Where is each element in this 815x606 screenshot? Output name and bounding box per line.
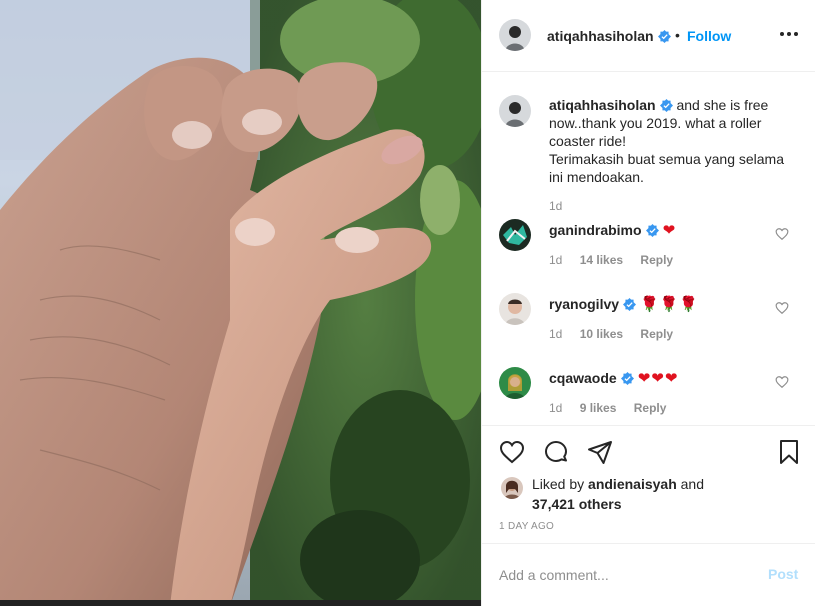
comment-emoji: 🌹🌹🌹: [640, 295, 700, 313]
caption-username[interactable]: atiqahhasiholan: [549, 97, 656, 113]
comment-meta: 1d 9 likes Reply: [549, 401, 680, 415]
comment-time: 1d: [549, 327, 563, 341]
comment-username[interactable]: ryanogilvy: [549, 296, 619, 312]
add-comment-input[interactable]: [499, 564, 739, 586]
verified-badge-icon: [620, 372, 634, 385]
comment-text: cqawaode ❤❤❤: [549, 369, 678, 387]
reply-button[interactable]: Reply: [634, 401, 667, 415]
caption-line-2: Terimakasih buat semua yang selama ini m…: [549, 151, 785, 185]
verified-badge-icon: [657, 30, 671, 43]
add-comment-bar: Post: [482, 543, 815, 606]
comment-text: ryanogilvy 🌹🌹🌹: [549, 295, 699, 313]
comment-text: ganindrabimo ❤: [549, 221, 676, 239]
comment-emoji: ❤: [662, 221, 677, 239]
more-options-icon[interactable]: [778, 24, 800, 44]
liked-by-connector: and: [680, 476, 704, 492]
liked-by-user[interactable]: andienaisyah: [588, 476, 677, 492]
author-username[interactable]: atiqahhasiholan: [547, 28, 671, 44]
post-comment-button[interactable]: Post: [768, 566, 798, 582]
post-date[interactable]: 1 DAY AGO: [499, 521, 554, 532]
comments-list[interactable]: atiqahhasiholan and she is free now..tha…: [482, 73, 815, 425]
post-action-bar: [482, 425, 815, 475]
post-header: atiqahhasiholan • Follow: [482, 0, 815, 72]
comment-item: cqawaode ❤❤❤ 1d 9 likes Reply: [482, 367, 815, 425]
share-paper-plane-icon[interactable]: [587, 439, 613, 465]
follow-button[interactable]: Follow: [687, 28, 731, 44]
comment-item: ganindrabimo ❤ 1d 14 likes Reply: [482, 219, 815, 293]
verified-badge-icon: [623, 298, 637, 311]
comment-meta: 1d 14 likes Reply: [549, 253, 687, 267]
caption-text: atiqahhasiholan and she is free now..tha…: [549, 96, 799, 186]
post-side-panel: atiqahhasiholan • Follow atiqahhasiholan…: [481, 0, 815, 606]
separator-dot: •: [675, 27, 680, 43]
like-comment-heart-icon[interactable]: [775, 375, 789, 389]
likes-count[interactable]: 37,421 others: [532, 496, 622, 512]
comment-bubble-icon[interactable]: [543, 439, 569, 465]
comment-emoji: ❤❤❤: [637, 369, 679, 387]
caption-avatar[interactable]: [499, 95, 531, 127]
comment-meta: 1d 10 likes Reply: [549, 327, 687, 341]
like-heart-icon[interactable]: [499, 439, 525, 465]
verified-badge-icon: [645, 224, 659, 237]
reply-button[interactable]: Reply: [640, 327, 673, 341]
comment-time: 1d: [549, 401, 563, 415]
like-comment-heart-icon[interactable]: [775, 301, 789, 315]
post-photo[interactable]: [0, 0, 481, 606]
liked-by-text: Liked by andienaisyah and 37,421 others: [532, 474, 704, 514]
comment-username[interactable]: ganindrabimo: [549, 222, 642, 238]
author-avatar[interactable]: [499, 19, 531, 51]
hands-photo-image: [0, 0, 481, 606]
commenter-avatar[interactable]: [499, 293, 531, 325]
verified-badge-icon: [659, 99, 673, 112]
liked-by-section: Liked by andienaisyah and 37,421 others: [482, 472, 815, 516]
caption-timestamp: 1d: [549, 199, 563, 213]
comment-likes[interactable]: 10 likes: [580, 327, 623, 341]
liked-by-prefix: Liked by: [532, 476, 585, 492]
comment-time: 1d: [549, 253, 563, 267]
like-comment-heart-icon[interactable]: [775, 227, 789, 241]
liker-avatar[interactable]: [501, 477, 523, 499]
photo-bottom-strip: [0, 600, 481, 606]
comment-likes[interactable]: 9 likes: [580, 401, 617, 415]
comment-item: ryanogilvy 🌹🌹🌹 1d 10 likes Reply: [482, 293, 815, 367]
commenter-avatar[interactable]: [499, 219, 531, 251]
commenter-avatar[interactable]: [499, 367, 531, 399]
comment-username[interactable]: cqawaode: [549, 370, 617, 386]
reply-button[interactable]: Reply: [640, 253, 673, 267]
comment-likes[interactable]: 14 likes: [580, 253, 623, 267]
save-bookmark-icon[interactable]: [776, 439, 802, 465]
